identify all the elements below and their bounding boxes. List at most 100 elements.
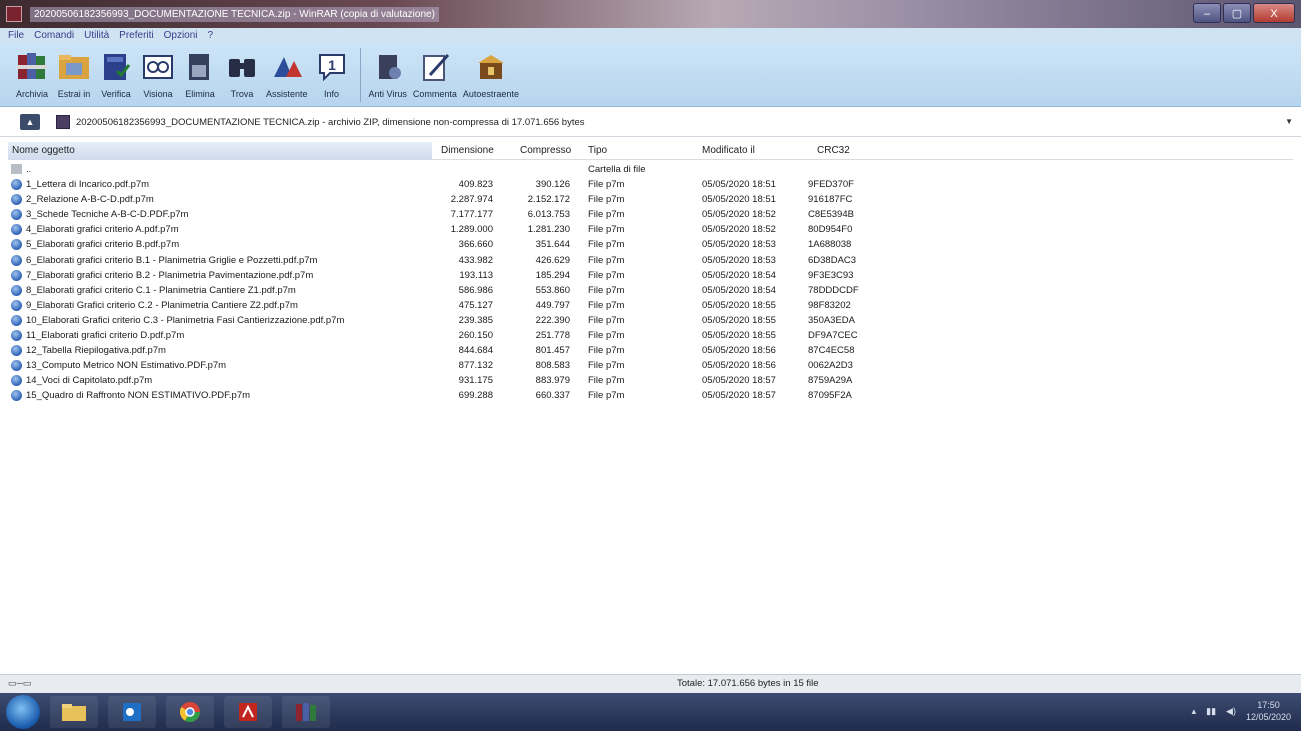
path-dropdown-icon[interactable]: ▼ — [1285, 117, 1293, 126]
file-modified: 05/05/2020 18:53 — [702, 239, 776, 251]
test-button[interactable]: Verifica — [98, 43, 134, 99]
column-name[interactable]: Nome oggetto — [8, 142, 432, 160]
file-row[interactable]: 2_Relazione A-B-C-D.pdf.p7m 2.287.974 2.15… — [8, 192, 1293, 207]
find-label: Trova — [230, 89, 254, 99]
file-modified: 05/05/2020 18:51 — [702, 194, 776, 206]
wizard-button[interactable]: Assistente — [266, 43, 308, 99]
up-folder-button[interactable]: ▲ — [20, 114, 40, 130]
maximize-button[interactable]: ▢ — [1223, 3, 1251, 23]
winrar-app-icon — [6, 6, 22, 22]
file-type: File p7m — [588, 390, 625, 402]
signed-file-icon — [11, 345, 22, 357]
signed-file-icon — [11, 375, 22, 387]
file-crc: 78DDDCDF — [808, 284, 859, 296]
file-modified: 05/05/2020 18:55 — [702, 314, 776, 326]
file-row[interactable]: 9_Elaborati Grafici criterio C.2 - Plani… — [8, 298, 1293, 313]
menu-opzioni[interactable]: Opzioni — [164, 30, 198, 41]
file-modified: 05/05/2020 18:56 — [702, 360, 776, 372]
file-type: Cartella di file — [588, 164, 646, 175]
extract-button[interactable]: Estrai in — [56, 43, 92, 99]
parent-folder-row[interactable]: .. Cartella di file — [8, 162, 1293, 177]
column-type[interactable]: Tipo — [588, 142, 607, 160]
acrobat-icon[interactable] — [224, 696, 272, 728]
tray-arrow-icon[interactable]: ▴ — [1192, 706, 1197, 717]
file-name: 13_Computo Metrico NON Estimativo.PDF.p7… — [26, 360, 227, 372]
file-row[interactable]: 15_Quadro di Raffronto NON ESTIMATIVO.PD… — [8, 388, 1293, 403]
file-row[interactable]: 8_Elaborati grafici criterio C.1 - Plani… — [8, 283, 1293, 298]
file-size: 586.986 — [458, 284, 493, 296]
file-type: File p7m — [588, 239, 625, 251]
sfx-button[interactable]: Autoestraente — [463, 43, 519, 99]
file-crc: 8759A29A — [808, 375, 853, 387]
file-crc: 9F3E3C93 — [808, 269, 854, 281]
file-row[interactable]: 10_Elaborati Grafici criterio C.3 - Plan… — [8, 313, 1293, 328]
outlook-icon[interactable] — [108, 696, 156, 728]
archive-button[interactable]: Archivia — [14, 43, 50, 99]
info-label: Info — [324, 89, 340, 99]
volume-icon[interactable]: ◀) — [1226, 706, 1236, 717]
file-crc: 80D954F0 — [808, 224, 853, 236]
info-button[interactable]: 1 Info — [314, 43, 350, 99]
file-name: 11_Elaborati grafici criterio D.pdf.p7m — [26, 330, 185, 342]
file-row[interactable]: 3_Schede Tecniche A-B-C-D.PDF.p7m 7.177.1… — [8, 207, 1293, 222]
file-name: 4_Elaborati grafici criterio A.pdf.p7m — [26, 224, 179, 236]
file-row[interactable]: 11_Elaborati grafici criterio D.pdf.p7m 2… — [8, 328, 1293, 343]
file-packed: 185.294 — [535, 269, 570, 281]
signed-file-icon — [11, 269, 22, 281]
file-name: 1_Lettera di Incarico.pdf.p7m — [26, 179, 150, 191]
file-packed: 251.778 — [535, 330, 570, 342]
comment-button[interactable]: Commenta — [413, 43, 457, 99]
minimize-button[interactable]: – — [1193, 3, 1221, 23]
file-row[interactable]: 13_Computo Metrico NON Estimativo.PDF.p7… — [8, 358, 1293, 373]
delete-button[interactable]: Elimina — [182, 43, 218, 99]
file-type: File p7m — [588, 375, 625, 387]
extract-label: Estrai in — [57, 89, 91, 99]
explorer-icon[interactable] — [50, 696, 98, 728]
file-modified: 05/05/2020 18:57 — [702, 375, 776, 387]
file-packed: 222.390 — [535, 314, 570, 326]
column-crc[interactable]: CRC32 — [817, 142, 850, 160]
menu-help[interactable]: ? — [208, 30, 214, 41]
file-name: 14_Voci di Capitolato.pdf.p7m — [26, 375, 153, 387]
chrome-icon[interactable] — [166, 696, 214, 728]
view-button[interactable]: Visiona — [140, 43, 176, 99]
test-label: Verifica — [101, 89, 131, 99]
binoculars-icon — [224, 49, 260, 85]
menu-utilita[interactable]: Utilità — [84, 30, 109, 41]
file-size: 931.175 — [458, 375, 493, 387]
file-type: File p7m — [588, 194, 625, 206]
file-row[interactable]: 4_Elaborati grafici criterio A.pdf.p7m 1.… — [8, 222, 1293, 237]
menu-file[interactable]: File — [8, 30, 24, 41]
file-packed: 2.152.172 — [527, 194, 570, 206]
file-row[interactable]: 6_Elaborati grafici criterio B.1 - Plani… — [8, 253, 1293, 268]
file-row[interactable]: 1_Lettera di Incarico.pdf.p7m 409.823 390.… — [8, 177, 1293, 192]
file-row[interactable]: 7_Elaborati grafici criterio B.2 - Plani… — [8, 268, 1293, 283]
winrar-icon[interactable] — [282, 696, 330, 728]
parent-folder-icon — [11, 164, 22, 174]
file-name: 2_Relazione A-B-C-D.pdf.p7m — [26, 194, 154, 206]
archive-path: 20200506182356993_DOCUMENTAZIONE TECNICA… — [76, 116, 585, 128]
file-packed: 6.013.753 — [527, 209, 570, 221]
column-packed[interactable]: Compresso — [520, 142, 571, 160]
file-type: File p7m — [588, 284, 625, 296]
clock[interactable]: 17:50 12/05/2020 — [1246, 699, 1291, 723]
system-tray: ▴ ▮▮ ◀) 17:50 12/05/2020 — [1192, 699, 1291, 723]
start-button[interactable] — [6, 695, 40, 729]
file-name: 8_Elaborati grafici criterio C.1 - Plani… — [26, 284, 296, 296]
column-modified[interactable]: Modificato il — [702, 142, 755, 160]
file-type: File p7m — [588, 360, 625, 372]
column-size[interactable]: Dimensione — [441, 142, 494, 160]
menu-comandi[interactable]: Comandi — [34, 30, 74, 41]
file-packed: 426.629 — [535, 254, 570, 266]
network-icon[interactable]: ▮▮ — [1206, 706, 1216, 717]
menu-bar: File Comandi Utilità Preferiti Opzioni ? — [0, 28, 1301, 43]
file-row[interactable]: 14_Voci di Capitolato.pdf.p7m 931.175 883.… — [8, 373, 1293, 388]
file-row[interactable]: 5_Elaborati grafici criterio B.pdf.p7m 36… — [8, 237, 1293, 252]
menu-preferiti[interactable]: Preferiti — [119, 30, 153, 41]
antivirus-button[interactable]: Anti Virus — [369, 43, 407, 99]
status-total: Totale: 17.071.656 bytes in 15 file — [677, 678, 819, 689]
file-row[interactable]: 12_Tabella Riepilogativa.pdf.p7m 844.684 8… — [8, 343, 1293, 358]
find-button[interactable]: Trova — [224, 43, 260, 99]
title-bar: 20200506182356993_DOCUMENTAZIONE TECNICA… — [0, 0, 1301, 28]
close-button[interactable]: X — [1253, 3, 1295, 23]
